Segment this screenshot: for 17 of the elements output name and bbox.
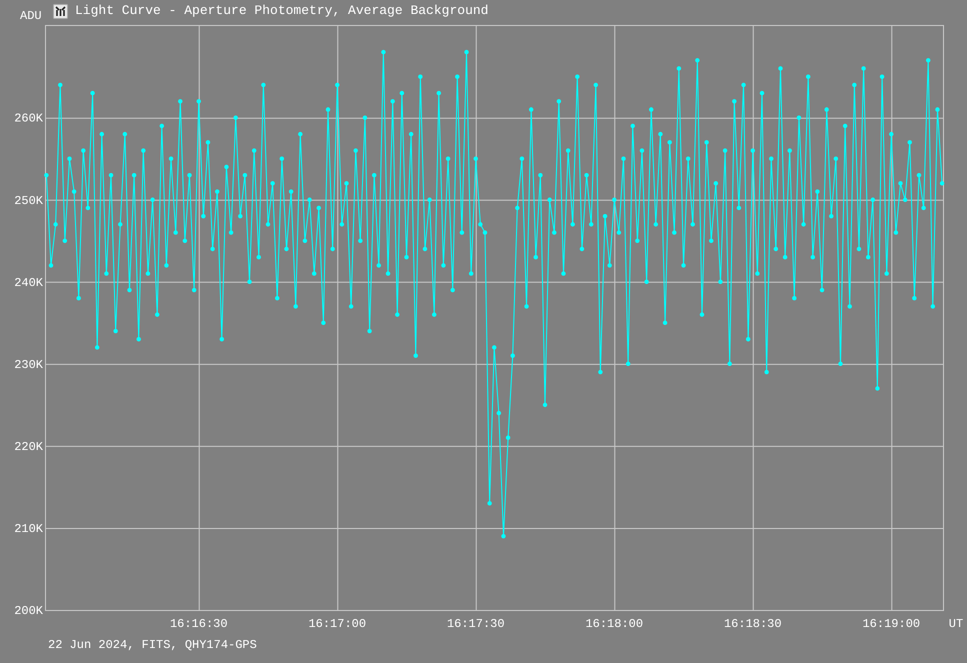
window-title: Light Curve - Aperture Photometry, Average Background bbox=[75, 4, 488, 17]
axis-tick-label: 220K bbox=[14, 440, 43, 454]
axis-tick-label: 16:17:30 bbox=[446, 617, 505, 631]
axis-tick-label: 260K bbox=[14, 112, 43, 126]
axis-tick-label: 240K bbox=[14, 276, 43, 290]
axis-tick-label: 230K bbox=[14, 358, 43, 372]
axis-tick-label: 16:18:30 bbox=[724, 617, 782, 631]
axis-label: ADU bbox=[20, 10, 42, 22]
axis-tick-label: 16:18:00 bbox=[585, 617, 644, 631]
axis-tick-label: 16:16:30 bbox=[170, 617, 228, 631]
axis-tick-label: 16:17:00 bbox=[308, 617, 366, 631]
axis-label: UT bbox=[948, 617, 964, 631]
axis-tick-label: 250K bbox=[14, 194, 43, 208]
axis-tick-label: 16:19:00 bbox=[862, 617, 920, 631]
axis-tick-label: 200K bbox=[14, 604, 43, 618]
chart-caption: 22 Jun 2024, FITS, QHY174-GPS bbox=[47, 637, 258, 651]
axis-tick-label: 210K bbox=[14, 522, 43, 536]
